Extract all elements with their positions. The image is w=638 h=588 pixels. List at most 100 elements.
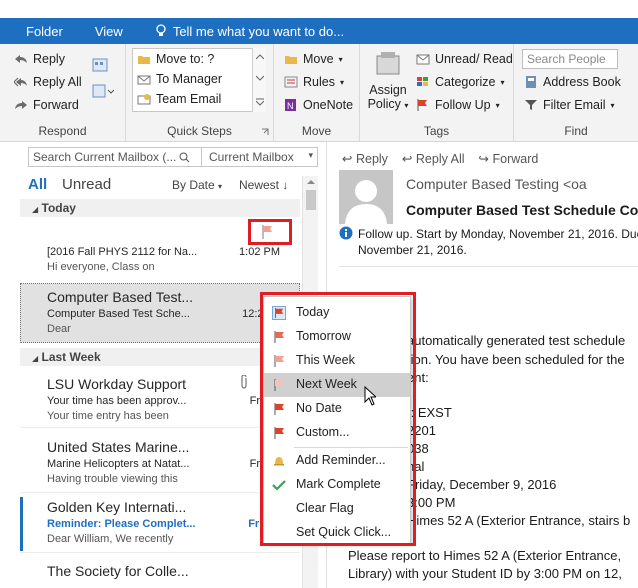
reply-all-icon xyxy=(14,77,27,87)
reading-subject: Computer Based Test Schedule Co xyxy=(406,202,638,218)
forward-label: Forward xyxy=(33,98,79,112)
list-item[interactable]: LSU Workday Support Your time has been a… xyxy=(20,368,300,428)
follow-up-info: Follow up. Start by Monday, November 21,… xyxy=(358,227,638,241)
chevron-up-icon[interactable] xyxy=(256,54,264,60)
reply-icon xyxy=(15,55,27,63)
dialog-launcher-icon[interactable] xyxy=(261,128,269,136)
folder-arrow-icon xyxy=(138,56,150,64)
move-button[interactable]: Move ▾ xyxy=(284,52,343,66)
policy-label: Policy ▾ xyxy=(367,97,409,111)
reading-forward-button[interactable]: ↪ Forward xyxy=(479,151,539,166)
body-line: Himes 52 A (Exterior Entrance, stairs b xyxy=(407,513,631,528)
categorize-dropdown-icon: ▾ xyxy=(500,77,505,87)
more-respond-icon[interactable] xyxy=(92,84,114,98)
annotation-box-flag xyxy=(248,219,292,245)
body-line: automatically generated test schedule xyxy=(407,333,626,348)
reply-all-button[interactable]: Reply All xyxy=(14,75,82,89)
expand-gallery-icon[interactable] xyxy=(256,98,264,106)
unread-read-button[interactable]: Unread/ Read xyxy=(416,52,513,66)
quick-step-to-manager[interactable]: To Manager xyxy=(137,72,222,86)
onenote-button[interactable]: N OneNote xyxy=(284,98,353,112)
mailbox-search[interactable]: Search Current Mailbox (... Current Mail… xyxy=(28,147,318,167)
tell-me-text: Tell me what you want to do... xyxy=(172,23,345,39)
quick-step-move-to[interactable]: Move to: ? xyxy=(137,52,214,66)
mailbox-search-input[interactable]: Search Current Mailbox (... xyxy=(33,150,176,164)
categorize-button[interactable]: Categorize ▾ xyxy=(416,75,504,89)
flag-icon xyxy=(417,99,427,111)
title-strip xyxy=(0,0,638,18)
quick-steps-scroll[interactable] xyxy=(252,48,266,112)
envelope-arrow-icon xyxy=(137,75,151,85)
info-icon xyxy=(339,226,353,240)
sort-by-date[interactable]: By Date ▾ xyxy=(172,178,222,192)
annotation-box-menu xyxy=(260,292,416,546)
message-preview: Your time entry has been xyxy=(47,410,169,422)
message-sender: Golden Key Internati... xyxy=(47,499,187,515)
tags-group-label: Tags xyxy=(423,124,450,138)
list-item[interactable]: The Society for Colle... xyxy=(20,555,300,588)
ribbon-tab-bar: Folder View Tell me what you want to do.… xyxy=(0,18,638,44)
assign-policy-button[interactable]: Assign Policy ▾ xyxy=(366,50,410,111)
respond-group-label: Respond xyxy=(38,124,87,138)
paperclip-icon xyxy=(241,375,247,389)
move-folder-icon xyxy=(285,56,297,64)
address-book-button[interactable]: Address Book xyxy=(524,75,621,89)
header-divider xyxy=(339,266,638,267)
reading-actions: ↩ Reply ↩ Reply All ↪ Forward xyxy=(342,151,538,166)
message-preview: Having trouble viewing this xyxy=(47,473,178,485)
rules-icon xyxy=(284,76,298,88)
message-subject: Marine Helicopters at Natat... xyxy=(47,458,190,470)
body-line: Library) with your Student ID by 3:00 PM… xyxy=(348,566,622,581)
list-item[interactable]: Golden Key Internati... Reminder: Please… xyxy=(20,495,300,553)
filter-all[interactable]: All xyxy=(28,176,47,193)
sort-order[interactable]: Newest ↓ xyxy=(239,178,288,192)
list-filters: All Unread By Date ▾ Newest ↓ xyxy=(28,176,300,196)
reply-icon: ↩ xyxy=(342,152,353,166)
list-item[interactable]: Computer Based Test... Computer Based Te… xyxy=(20,283,300,343)
group-header-last-week[interactable]: ◢ Last Week xyxy=(20,348,300,366)
message-subject: Computer Based Test Sche... xyxy=(47,308,190,320)
onenote-icon: N xyxy=(285,99,296,111)
search-icon[interactable] xyxy=(179,152,190,163)
reading-reply-button[interactable]: ↩ Reply xyxy=(342,151,388,166)
forward-button[interactable]: Forward xyxy=(14,98,79,112)
rules-button[interactable]: Rules ▾ xyxy=(284,75,344,89)
chevron-down-icon[interactable] xyxy=(256,75,264,81)
envelope-icon xyxy=(416,54,430,65)
reply-all-icon: ↩ xyxy=(401,152,413,166)
scope-chevron-down-icon[interactable]: ▾ xyxy=(308,150,313,161)
body-line: Friday, December 9, 2016 xyxy=(407,477,557,492)
ribbon: Reply Reply All Forward Respond Quick St… xyxy=(0,44,638,142)
svg-text:N: N xyxy=(287,101,294,111)
tell-me-box[interactable]: Tell me what you want to do... xyxy=(155,24,344,39)
list-item[interactable]: United States Marine... Marine Helicopte… xyxy=(20,429,300,493)
meeting-icon[interactable] xyxy=(92,58,108,72)
filter-email-button[interactable]: Filter Email ▾ xyxy=(524,98,615,112)
follow-up-button[interactable]: Follow Up ▾ xyxy=(416,98,500,112)
categorize-icon xyxy=(417,77,428,86)
sender-name: Computer Based Testing <oa xyxy=(406,176,587,192)
tab-folder[interactable]: Folder xyxy=(26,24,63,39)
quick-step-team-email[interactable]: Team Email xyxy=(137,92,221,106)
move-dropdown-icon: ▾ xyxy=(338,54,343,64)
policy-icon xyxy=(376,52,400,75)
scroll-up-icon[interactable] xyxy=(307,179,315,185)
filter-email-label: Filter Email xyxy=(543,98,606,112)
message-subject: Your time has been approv... xyxy=(47,395,187,407)
scroll-thumb[interactable] xyxy=(306,190,316,210)
move-group-label: Move xyxy=(301,124,332,138)
body-line: tion. You have been scheduled for the xyxy=(407,352,625,367)
filter-unread[interactable]: Unread xyxy=(62,176,111,193)
reply-label: Reply xyxy=(33,52,65,66)
search-people-input[interactable]: Search People xyxy=(522,49,618,69)
reply-button[interactable]: Reply xyxy=(14,52,65,66)
follow-up-dropdown-icon: ▾ xyxy=(495,100,500,110)
tab-view[interactable]: View xyxy=(95,24,123,39)
unread-read-label: Unread/ Read xyxy=(435,52,513,66)
search-scope-select[interactable]: Current Mailbox xyxy=(209,150,294,164)
forward-icon: ↪ xyxy=(478,152,490,166)
group-header-today[interactable]: ◢ Today xyxy=(20,199,300,217)
rules-dropdown-icon: ▾ xyxy=(339,77,344,87)
reading-reply-all-button[interactable]: ↩ Reply All xyxy=(402,151,465,166)
quick-steps-gallery: Move to: ? To Manager Team Email xyxy=(132,48,266,112)
